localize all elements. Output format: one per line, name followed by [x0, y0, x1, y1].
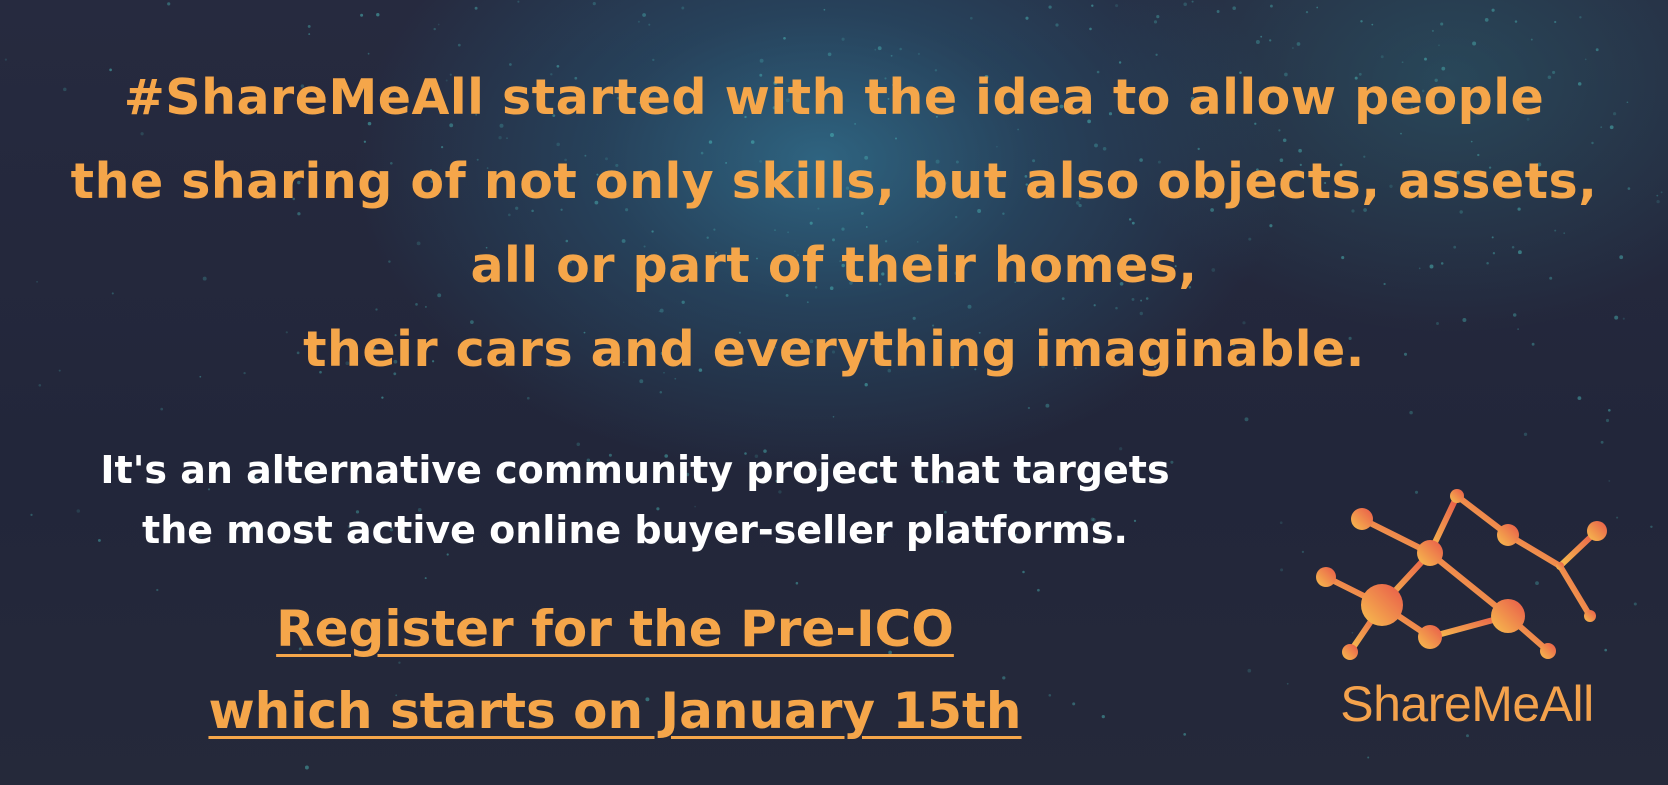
sharemeall-logo: ShareMeAll: [1290, 478, 1630, 738]
project-description: It's an alternative community project th…: [20, 440, 1250, 560]
start-date-link[interactable]: which starts on January 15th: [110, 670, 1120, 752]
headline-line: their cars and everything imaginable.: [303, 321, 1365, 378]
headline-line: #ShareMeAll started with the idea to all…: [123, 69, 1545, 126]
pre-ico-registration: Register for the Pre-ICO which starts on…: [110, 588, 1120, 752]
logo-wordmark: ShareMeAll: [1340, 676, 1594, 732]
register-link[interactable]: Register for the Pre-ICO: [110, 588, 1120, 670]
headline-line: all or part of their homes,: [470, 237, 1198, 294]
headline: #ShareMeAll started with the idea to all…: [0, 56, 1668, 392]
headline-line: the sharing of not only skills, but also…: [70, 153, 1598, 210]
description-line: the most active online buyer-seller plat…: [142, 508, 1128, 552]
description-line: It's an alternative community project th…: [100, 448, 1170, 492]
promo-banner: #ShareMeAll started with the idea to all…: [0, 0, 1668, 785]
network-nodes-icon: [1316, 489, 1607, 660]
